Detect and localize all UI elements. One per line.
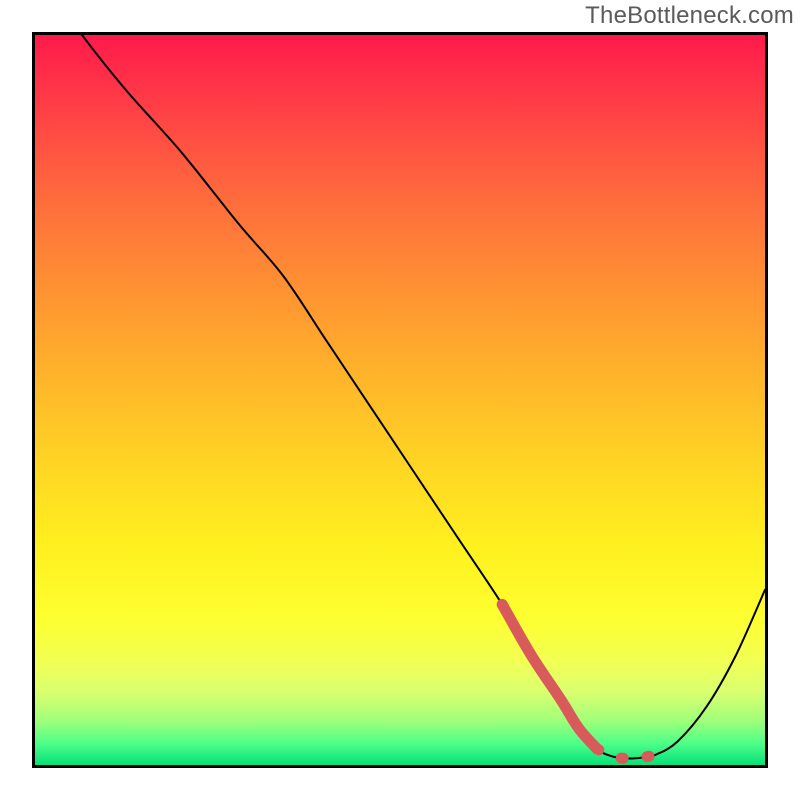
curve-layer xyxy=(35,35,765,765)
chart-frame: TheBottleneck.com xyxy=(0,0,800,800)
plot-area xyxy=(32,32,768,768)
curve-highlight-solid xyxy=(502,604,597,749)
curve-main xyxy=(35,35,765,759)
watermark-text: TheBottleneck.com xyxy=(585,2,794,30)
